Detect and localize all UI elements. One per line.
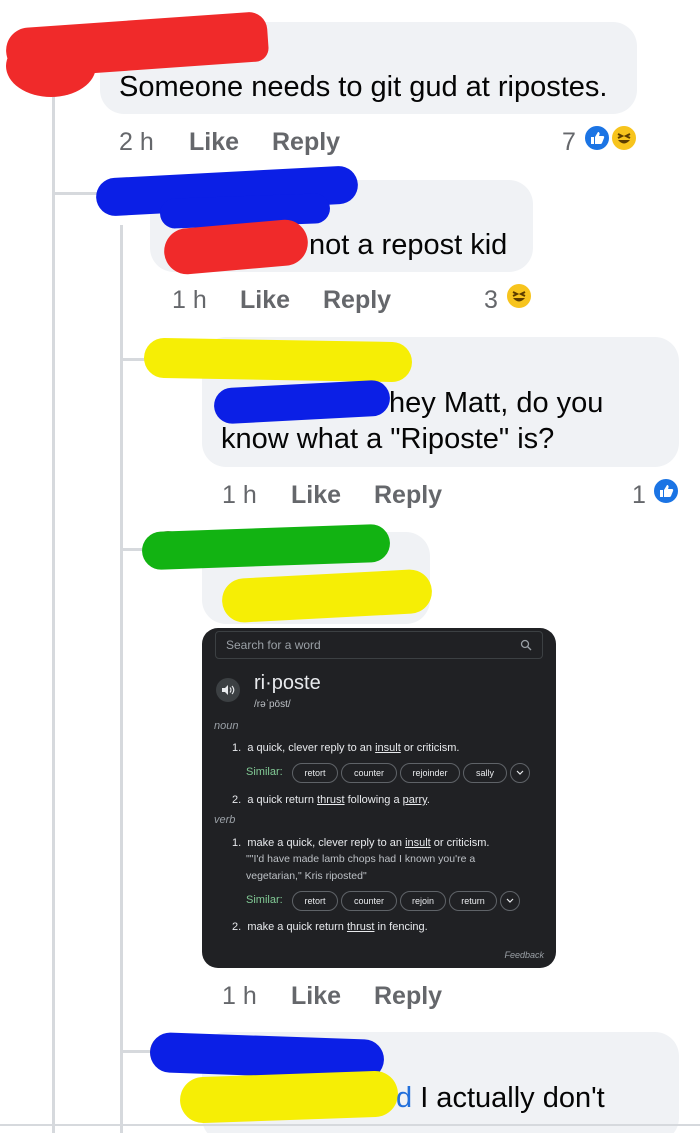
speaker-icon[interactable] [216,678,240,702]
like-button[interactable]: Like [240,286,290,315]
synonym-chip[interactable]: retort [292,763,338,783]
like-button[interactable]: Like [291,481,341,510]
like-reaction-icon[interactable] [583,124,611,152]
comment-text: d I actually don't [396,1082,605,1114]
reaction-count: 3 [484,286,498,314]
reaction-count: 7 [562,128,576,156]
search-icon [520,639,532,651]
chevron-down-icon[interactable] [500,891,520,911]
definition-noun-2: 2. a quick return thrust following a par… [232,794,430,806]
reply-button[interactable]: Reply [374,982,442,1011]
thread-line-sub [120,225,123,1133]
comment-time[interactable]: 1 h [172,286,207,315]
like-reaction-icon[interactable] [652,477,680,505]
thread-line-branch-4 [120,1050,150,1053]
comment-time[interactable]: 1 h [222,481,257,510]
dictionary-screenshot: Search for a word ri·poste /rəˈpōst/ nou… [202,628,556,968]
verb-example-line2: vegetarian," Kris riposted" [246,870,367,882]
synonym-chip[interactable]: retort [292,891,338,911]
synonym-chip[interactable]: rejoinder [400,763,460,783]
like-button[interactable]: Like [291,982,341,1011]
reply-button[interactable]: Reply [272,128,340,157]
similar-label: Similar: [246,894,283,906]
definition-noun-1: 1. a quick, clever reply to an insult or… [232,742,460,754]
redaction-scribble-yellow [179,1070,399,1124]
haha-reaction-icon[interactable] [610,124,638,152]
chevron-down-icon[interactable] [510,763,530,783]
part-of-speech-noun: noun [214,720,239,732]
synonym-chip[interactable]: sally [463,763,507,783]
part-of-speech-verb: verb [214,814,236,826]
similar-label: Similar: [246,766,283,778]
dictionary-search-field[interactable]: Search for a word [215,631,543,659]
synonym-chip[interactable]: rejoin [400,891,446,911]
comment-time[interactable]: 1 h [222,982,257,1011]
verb-example-line1: ""I'd have made lamb chops had I known y… [246,853,476,865]
redaction-scribble-red [6,35,96,97]
thread-line-main [52,70,55,1133]
synonym-chip[interactable]: counter [341,763,397,783]
reply-button[interactable]: Reply [374,481,442,510]
feedback-link[interactable]: Feedback [504,950,544,960]
comment-text-line1: hey Matt, do you [389,387,604,419]
definition-verb-2: 2. make a quick return thrust in fencing… [232,921,428,933]
definition-verb-1: 1. make a quick, clever reply to an insu… [232,837,490,849]
comment-text-line2: know what a "Riposte" is? [221,423,555,455]
synonym-chip[interactable]: counter [341,891,397,911]
comment-text: not a repost kid [309,229,508,261]
reaction-count: 1 [632,481,646,509]
bottom-divider [0,1124,700,1126]
dictionary-word: ri·poste [254,672,321,694]
synonym-chip[interactable]: return [449,891,497,911]
comment-time[interactable]: 2 h [119,128,154,157]
comment-text: Someone needs to git gud at ripostes. [119,71,608,103]
search-placeholder: Search for a word [226,638,321,652]
like-button[interactable]: Like [189,128,239,157]
haha-reaction-icon[interactable] [505,282,533,310]
thread-line-branch-1 [52,192,102,195]
redaction-scribble-yellow [143,337,413,383]
reply-button[interactable]: Reply [323,286,391,315]
dictionary-phonetic: /rəˈpōst/ [254,699,291,710]
